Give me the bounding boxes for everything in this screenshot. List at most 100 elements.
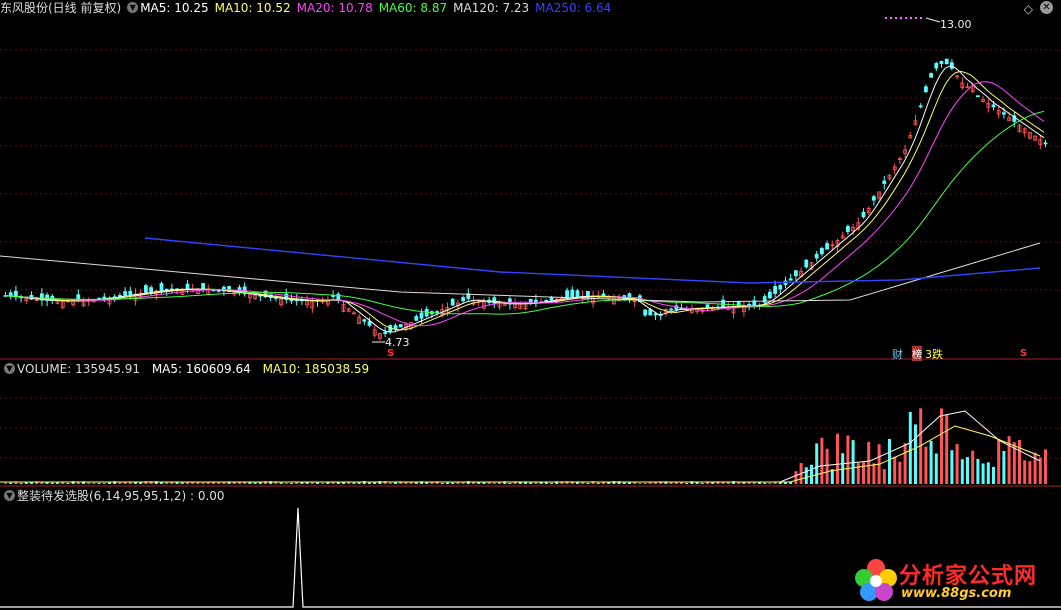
volume-bar [1038,457,1042,484]
volume-bar [388,482,392,484]
volume-bar [804,467,808,484]
candle-body [534,299,538,303]
candle-body [586,290,590,297]
price-panel[interactable]: 东风股份(日线 前复权) ▼ MA5: 10.25 MA10: 10.52 MA20: … [0,0,1061,362]
chevron-down-icon[interactable]: ▼ [127,2,139,13]
volume-bar [487,482,491,484]
volume-bar [30,482,33,484]
candle-body [924,86,928,93]
candle-body [804,259,809,268]
ma-legend-item: MA60: 8.87 [378,1,448,15]
volume-bar [763,482,767,484]
candle-body [201,283,206,290]
volume-panel[interactable]: ▼ VOLUME: 135945.91 MA5: 160609.64 MA10: … [0,361,1061,487]
chevron-down-icon[interactable]: ▼ [4,363,15,374]
volume-bar [45,482,49,484]
candle-body [1002,112,1006,115]
volume-bar [492,482,496,484]
volume-bar [97,482,101,484]
volume-bar [19,482,23,484]
volume-bar [102,482,106,484]
volume-bar [622,482,626,484]
volume-bar [867,441,871,484]
volume-bar [825,448,829,484]
volume-bar [633,482,637,484]
candle-body [367,321,372,326]
volume-bar [1028,461,1032,484]
event-s2-marker[interactable]: S [1020,348,1027,359]
volume-bar [201,482,205,484]
candle-body [143,285,148,293]
volume-bar [685,482,689,484]
volume-bar [820,437,824,484]
ma-legend-item: MA20: 10.78 [296,1,373,15]
chevron-down-icon[interactable]: ▼ [4,490,15,501]
close-icon[interactable]: ✕ [1040,1,1053,14]
flower-logo-icon [855,559,897,601]
volume-bar [924,446,928,484]
candle-body [549,296,554,301]
volume-bar [352,482,356,484]
volume-bar [768,482,772,484]
event-sanzhang-marker[interactable]: 3跌 [925,346,943,362]
candle-body [643,309,647,316]
candle-body [653,313,658,316]
candle-body [794,270,798,277]
candle-body [918,105,923,108]
volume-bar [368,482,371,484]
volume-bar [248,482,252,484]
top-dot-marker [920,17,922,19]
volume-bar [815,443,819,484]
candle-body [814,253,819,259]
price-header: 东风股份(日线 前复权) ▼ MA5: 10.25 MA10: 10.52 MA20: … [0,0,619,16]
volume-bar [378,481,382,484]
stock-title: 东风股份(日线 前复权) [0,1,122,15]
candle-body [669,308,673,311]
candle-body [450,298,455,306]
candle-body [435,311,440,313]
volume-bar [61,482,65,484]
volume-bar [425,482,429,484]
volume-bar [357,482,361,484]
high-pointer-line [925,17,941,23]
price-chart[interactable] [0,0,1061,360]
volume-bar [882,469,886,484]
candle-body [118,294,122,297]
volume-bar [856,463,860,484]
top-dot-marker [915,17,917,19]
candle-body [398,324,403,328]
volume-ma10-label: MA10: 185038.59 [262,362,370,376]
volume-bar [846,435,850,484]
volume-bar [1033,452,1037,484]
volume-bar [903,443,907,484]
event-cai-marker[interactable]: 财 [892,346,903,362]
volume-bar [347,482,351,484]
volume-chart[interactable] [0,361,1061,487]
volume-bar [700,482,704,484]
volume-bar [914,424,917,484]
candle-body [861,211,866,218]
candle-body [575,290,580,297]
volume-bar [217,482,221,484]
volume-bar [1023,460,1027,484]
event-bang-marker[interactable]: 榜 [912,346,922,361]
volume-bar [461,482,465,484]
top-dot-marker [890,17,892,19]
ma250-line [144,237,1041,284]
ma-legend: MA5: 10.25 MA10: 10.52 MA20: 10.78 MA60: 8.… [140,1,617,15]
volume-bar [290,482,293,484]
candle-body [939,60,944,64]
volume-bar [934,453,938,484]
event-s-marker[interactable]: S [387,348,394,359]
volume-bar [9,482,13,484]
volume-bar [836,433,839,484]
candle-body [1043,142,1048,145]
candle-body [164,288,169,291]
volume-bar [1044,449,1047,484]
candle-body [123,291,127,296]
candle-body [825,243,829,250]
settings-diamond-icon[interactable]: ◇ [1024,2,1033,16]
volume-bar [992,466,995,484]
volume-bar [997,439,1001,484]
ma-legend-item: MA10: 10.52 [214,1,291,15]
